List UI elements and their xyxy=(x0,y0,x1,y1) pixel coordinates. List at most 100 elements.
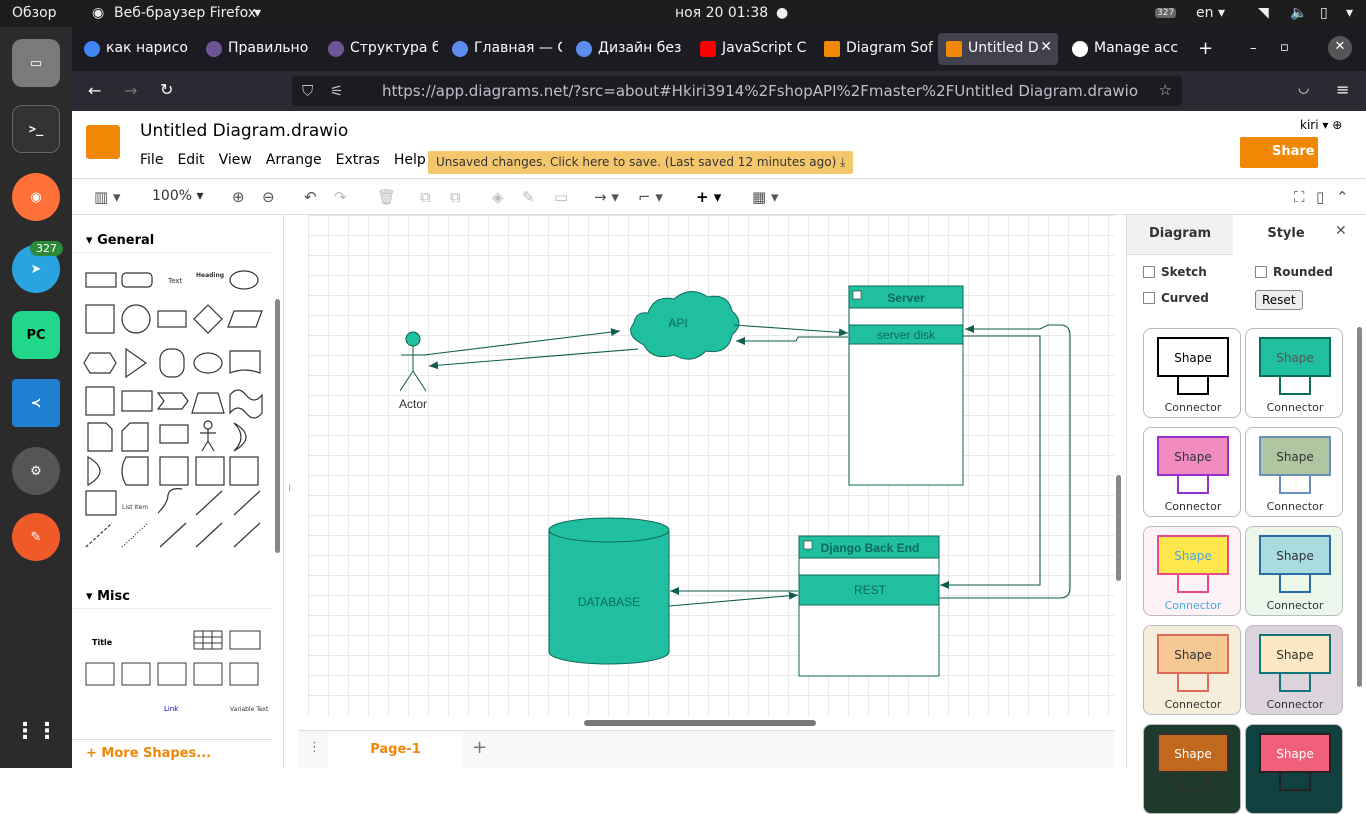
back-icon[interactable]: ← xyxy=(88,81,101,100)
terminal-icon[interactable]: >_ xyxy=(12,105,60,153)
canvas-vertical-scrollbar[interactable] xyxy=(1116,475,1121,581)
menu-edit[interactable]: Edit xyxy=(177,152,204,168)
app-menu[interactable]: Веб-браузер Firefox xyxy=(114,5,256,21)
style-swatch[interactable]: Shape Connector xyxy=(1245,625,1343,715)
style-swatch[interactable]: Shape Connector xyxy=(1245,328,1343,418)
minimize-icon[interactable]: – xyxy=(1250,41,1257,56)
zoom-select[interactable]: 100% ▾ xyxy=(152,188,204,204)
style-swatch[interactable]: Shape Connector xyxy=(1143,526,1241,616)
django-container[interactable]: Django Back End REST xyxy=(798,535,940,677)
files-icon[interactable]: ▭ xyxy=(12,39,60,87)
browser-tab-active[interactable]: Untitled D ✕ xyxy=(938,33,1058,65)
shadow-icon[interactable]: ▭ xyxy=(554,188,568,206)
database-cylinder[interactable]: DATABASE xyxy=(548,517,670,665)
permissions-icon[interactable]: ⚟ xyxy=(330,82,343,100)
document-title[interactable]: Untitled Diagram.drawio xyxy=(140,121,348,141)
section-misc[interactable]: ▾ Misc xyxy=(72,583,272,609)
share-button[interactable]: Share xyxy=(1240,137,1318,168)
user-menu[interactable]: kiri ▾ ⊕ xyxy=(1300,118,1342,132)
new-tab-icon[interactable]: + xyxy=(1198,38,1213,59)
style-swatch[interactable]: Shape xyxy=(1143,724,1241,814)
browser-tab[interactable]: Diagram Sof xyxy=(816,33,934,65)
table-icon[interactable]: ▦ ▾ xyxy=(752,188,778,206)
browser-tab[interactable]: как нарисо xyxy=(76,33,194,65)
close-icon[interactable]: ✕ xyxy=(1335,223,1347,239)
reload-icon[interactable]: ↻ xyxy=(160,80,173,99)
url-bar[interactable]: ⛉ ⚟ https://app.diagrams.net/?src=about#… xyxy=(292,76,1182,106)
menu-extras[interactable]: Extras xyxy=(336,152,380,168)
maximize-icon[interactable]: ▫ xyxy=(1280,40,1289,55)
language-indicator[interactable]: en xyxy=(1196,5,1214,21)
misc-shapes-grid[interactable]: Title Link Variable Text xyxy=(72,619,272,739)
redo-icon[interactable]: ↷ xyxy=(334,188,347,206)
style-swatch[interactable]: Shape xyxy=(1245,724,1343,814)
browser-tab[interactable]: JavaScript С xyxy=(692,33,810,65)
rounded-checkbox[interactable]: Rounded xyxy=(1255,265,1333,279)
pycharm-icon[interactable]: PC xyxy=(12,311,60,359)
page-tab-1[interactable]: Page-1 xyxy=(328,731,463,769)
settings-icon[interactable]: ⚙ xyxy=(12,447,60,495)
pocket-icon[interactable]: ◡ xyxy=(1298,81,1309,96)
delete-icon[interactable]: 🗑 xyxy=(377,188,396,206)
firefox-icon[interactable]: ◉ xyxy=(12,173,60,221)
close-window-icon[interactable]: ✕ xyxy=(1328,36,1352,60)
battery-icon[interactable]: ▯ xyxy=(1320,5,1328,21)
style-swatch[interactable]: Shape Connector xyxy=(1143,427,1241,517)
add-page-icon[interactable]: + xyxy=(472,737,487,758)
browser-tab[interactable]: Главная — С xyxy=(444,33,562,65)
browser-tab[interactable]: Manage acc xyxy=(1064,33,1182,65)
panel-splitter-handle[interactable]: ⁞ xyxy=(288,483,291,494)
connection-icon[interactable]: → ▾ xyxy=(594,188,619,206)
to-back-icon[interactable]: ⧉ xyxy=(450,188,461,206)
menu-icon[interactable]: ≡ xyxy=(1336,80,1349,99)
style-swatch[interactable]: Shape Connector xyxy=(1143,328,1241,418)
chevron-down-icon[interactable]: ▾ xyxy=(1346,5,1353,21)
globe-icon[interactable]: ⊕ xyxy=(1332,118,1342,132)
collapse-icon[interactable]: ⌃ xyxy=(1336,188,1349,206)
section-general[interactable]: ▾ General xyxy=(72,227,272,253)
menu-help[interactable]: Help xyxy=(394,152,426,168)
forward-icon[interactable]: → xyxy=(124,81,137,100)
browser-tab[interactable]: Структура б xyxy=(320,33,438,65)
more-shapes-button[interactable]: + More Shapes... xyxy=(72,739,272,768)
diagram-svg[interactable]: Actor API Server server disk DATABASE Dj… xyxy=(308,215,1114,715)
style-swatch[interactable]: Shape Connector xyxy=(1245,526,1343,616)
zoom-out-icon[interactable]: ⊖ xyxy=(262,188,275,206)
bookmark-star-icon[interactable]: ☆ xyxy=(1159,81,1172,99)
activities-button[interactable]: Обзор xyxy=(12,5,57,21)
canvas-horizontal-scrollbar[interactable] xyxy=(584,720,816,726)
browser-tab[interactable]: Дизайн без xyxy=(568,33,686,65)
line-color-icon[interactable]: ✎ xyxy=(522,188,535,206)
style-swatch[interactable]: Shape Connector xyxy=(1143,625,1241,715)
format-panel-icon[interactable]: ▥ ▾ xyxy=(94,188,120,206)
fill-color-icon[interactable]: ◈ xyxy=(492,188,504,206)
server-container[interactable]: Server server disk xyxy=(848,285,964,486)
fullscreen-icon[interactable]: ⛶ xyxy=(1294,188,1305,206)
clock[interactable]: ноя 20 01:38 xyxy=(675,5,768,21)
to-front-icon[interactable]: ⧉ xyxy=(420,188,431,206)
menu-file[interactable]: File xyxy=(140,152,163,168)
show-apps-icon[interactable]: ⋮⋮ xyxy=(12,707,60,755)
menu-arrange[interactable]: Arrange xyxy=(266,152,322,168)
wifi-icon[interactable]: ◥ xyxy=(1258,5,1269,21)
sketch-checkbox[interactable]: Sketch xyxy=(1143,265,1207,279)
general-shapes-grid[interactable]: Text Heading List Item xyxy=(72,263,272,563)
style-swatch[interactable]: Shape Connector xyxy=(1245,427,1343,517)
menu-view[interactable]: View xyxy=(219,152,252,168)
unsaved-changes-banner[interactable]: Unsaved changes. Click here to save. (La… xyxy=(428,151,854,174)
zoom-in-icon[interactable]: ⊕ xyxy=(232,188,245,206)
connectors[interactable] xyxy=(423,324,1071,607)
shield-icon[interactable]: ⛉ xyxy=(302,82,313,100)
waypoints-icon[interactable]: ⌐ ▾ xyxy=(638,188,663,206)
tab-style[interactable]: Style xyxy=(1233,215,1339,255)
tab-diagram[interactable]: Diagram xyxy=(1127,215,1233,255)
pages-menu-icon[interactable]: ⋮ xyxy=(308,740,321,755)
vscode-icon[interactable]: ≺ xyxy=(12,379,60,427)
sidebar-toggle-icon[interactable]: ▯ xyxy=(1316,188,1324,206)
tray-badge[interactable]: 327 xyxy=(1155,8,1177,18)
reset-button[interactable]: Reset xyxy=(1255,290,1303,310)
volume-icon[interactable]: 🔈 xyxy=(1290,5,1307,21)
browser-tab[interactable]: Правильно xyxy=(198,33,316,65)
api-cloud-shape[interactable]: API xyxy=(630,291,740,360)
diagram-canvas[interactable]: Actor API Server server disk DATABASE Dj… xyxy=(308,215,1114,715)
